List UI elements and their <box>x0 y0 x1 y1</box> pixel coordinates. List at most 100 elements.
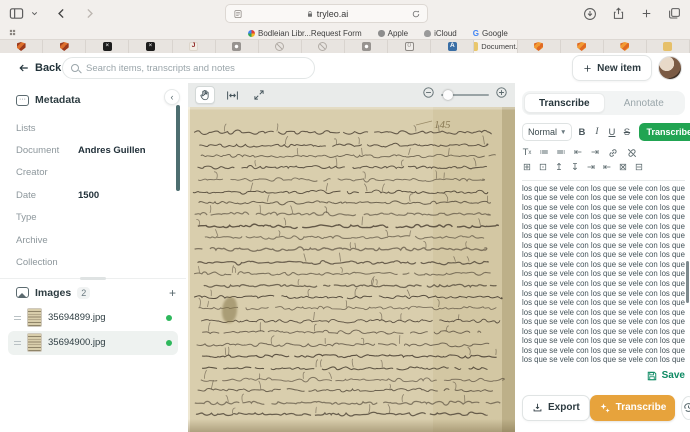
bookmark-item[interactable]: Apple <box>378 29 408 38</box>
square-zero-favicon: 0 <box>405 42 414 51</box>
row-above-button[interactable]: ↥ <box>554 163 564 173</box>
browser-tab[interactable] <box>0 40 43 53</box>
add-image-button[interactable]: + <box>169 286 176 300</box>
field-label: Creator <box>16 167 78 178</box>
drag-handle-icon[interactable] <box>14 341 21 345</box>
strikethrough-button[interactable]: S <box>620 124 633 140</box>
tab-transcribe[interactable]: Transcribe <box>524 93 605 113</box>
column-after-button[interactable]: ⇥ <box>586 163 596 173</box>
browser-tab[interactable]: × <box>86 40 129 53</box>
tab-annotate[interactable]: Annotate <box>605 93 684 113</box>
paragraph-style-dropdown[interactable]: Normal ▼ <box>522 123 572 141</box>
browser-tab[interactable] <box>561 40 604 53</box>
metadata-field-row[interactable]: Lists <box>0 117 186 139</box>
browser-tab[interactable]: A <box>431 40 474 53</box>
unlink-button[interactable] <box>626 147 638 159</box>
transcribed-status-button[interactable]: Transcribed ▼ <box>639 123 690 141</box>
viewer-toolbar <box>188 83 515 107</box>
metadata-field-row[interactable]: Type <box>0 207 186 229</box>
history-button[interactable] <box>681 396 690 420</box>
sidebar-collapse-button[interactable]: ‹ <box>164 89 180 105</box>
browser-tab[interactable] <box>647 40 690 53</box>
browser-tab[interactable]: J <box>173 40 216 53</box>
expand-button[interactable] <box>249 86 269 104</box>
sidebar-toggle-icon[interactable] <box>8 6 24 22</box>
share-icon[interactable] <box>610 6 626 22</box>
favorites-grid-icon[interactable] <box>9 29 16 38</box>
column-before-button[interactable]: ⇤ <box>602 163 612 173</box>
numbered-list-button[interactable]: ≕ <box>556 148 566 158</box>
merge-cells-button[interactable]: ⊠ <box>618 163 628 173</box>
browser-tab[interactable] <box>302 40 345 53</box>
image-list-item[interactable]: 35694899.jpg <box>8 306 178 330</box>
table-cell-button[interactable]: ⊡ <box>538 163 548 173</box>
search-box[interactable] <box>62 57 315 79</box>
browser-tab[interactable] <box>43 40 86 53</box>
image-list-item[interactable]: 35694900.jpg <box>8 331 178 355</box>
reload-icon[interactable] <box>411 6 421 22</box>
metadata-card-icon: ··· <box>16 95 29 106</box>
outdent-button[interactable]: ⇤ <box>573 148 583 158</box>
downloads-icon[interactable] <box>582 6 598 22</box>
transcript-line: los que se vele con los que se vele con … <box>522 193 685 203</box>
user-avatar[interactable] <box>658 56 682 80</box>
transcribe-button[interactable]: Transcribe <box>590 395 676 421</box>
browser-tab[interactable] <box>259 40 302 53</box>
browser-tab[interactable]: × <box>129 40 172 53</box>
bullet-list-button[interactable]: ≔ <box>539 148 549 158</box>
transcript-scrollbar[interactable] <box>686 261 689 303</box>
zoom-slider-knob[interactable] <box>443 90 453 100</box>
underline-button[interactable]: U <box>605 124 618 140</box>
crest-maroon-favicon <box>60 42 69 51</box>
transcript-line: los que se vele con los que se vele con … <box>522 250 685 260</box>
new-item-button[interactable]: New item <box>572 55 652 81</box>
browser-toolbar: tryleo.ai <box>0 0 690 27</box>
link-button[interactable] <box>607 147 619 159</box>
insert-table-button[interactable]: ⊞ <box>522 163 532 173</box>
metadata-field-row[interactable]: Date1500 <box>0 184 186 206</box>
bookmark-item[interactable]: Bodleian Libr...Request Form <box>248 29 362 38</box>
search-input[interactable] <box>84 62 306 75</box>
indent-button[interactable]: ⇥ <box>590 148 600 158</box>
sidebar-chevron-icon[interactable] <box>30 6 39 22</box>
browser-back-icon[interactable] <box>53 6 69 22</box>
address-bar[interactable]: tryleo.ai <box>225 4 428 23</box>
pan-hand-tool-button[interactable] <box>195 86 215 104</box>
superscript-button[interactable]: Tx <box>522 148 532 158</box>
icloud-icon <box>424 30 431 37</box>
manuscript-image[interactable]: 145 <box>188 107 515 432</box>
italic-button[interactable]: I <box>590 124 603 140</box>
export-button[interactable]: Export <box>522 395 590 421</box>
bookmark-item[interactable]: iCloud <box>424 29 457 38</box>
browser-tab[interactable] <box>604 40 647 53</box>
zoom-out-button[interactable] <box>422 86 435 104</box>
browser-forward-icon[interactable] <box>81 6 97 22</box>
sidebar-scrollbar[interactable] <box>176 105 180 191</box>
browser-tab[interactable]: 0 <box>388 40 431 53</box>
zoom-slider[interactable] <box>441 94 489 96</box>
transcript-text-area[interactable]: los que se vele con los que se vele con … <box>522 184 685 365</box>
save-button[interactable]: Save <box>522 370 685 382</box>
bold-button[interactable]: B <box>575 124 588 140</box>
new-tab-icon[interactable] <box>638 6 654 22</box>
metadata-field-row[interactable]: DocumentAndres Guillen <box>0 139 186 161</box>
back-button[interactable]: Back <box>18 62 61 74</box>
tab-overview-icon[interactable] <box>666 6 682 22</box>
metadata-field-row[interactable]: Collection <box>0 251 186 273</box>
metadata-field-row[interactable]: Archive <box>0 229 186 251</box>
crest-maroon-favicon <box>17 42 26 51</box>
browser-tab[interactable] <box>216 40 259 53</box>
bookmark-item[interactable]: GGoogle <box>473 29 508 38</box>
metadata-field-row[interactable]: Creator <box>0 162 186 184</box>
zoom-in-button[interactable] <box>495 86 508 104</box>
fit-width-button[interactable] <box>222 86 242 104</box>
browser-tab-active[interactable]: Document... <box>474 40 517 53</box>
reader-icon[interactable] <box>232 6 243 22</box>
drag-handle-icon[interactable] <box>14 316 21 320</box>
browser-tab[interactable] <box>518 40 561 53</box>
row-below-button[interactable]: ↧ <box>570 163 580 173</box>
browser-tab[interactable] <box>345 40 388 53</box>
transcript-line: los que se vele con los que se vele con … <box>522 269 685 279</box>
split-cells-button[interactable]: ⊟ <box>634 163 644 173</box>
new-item-label: New item <box>597 63 641 74</box>
